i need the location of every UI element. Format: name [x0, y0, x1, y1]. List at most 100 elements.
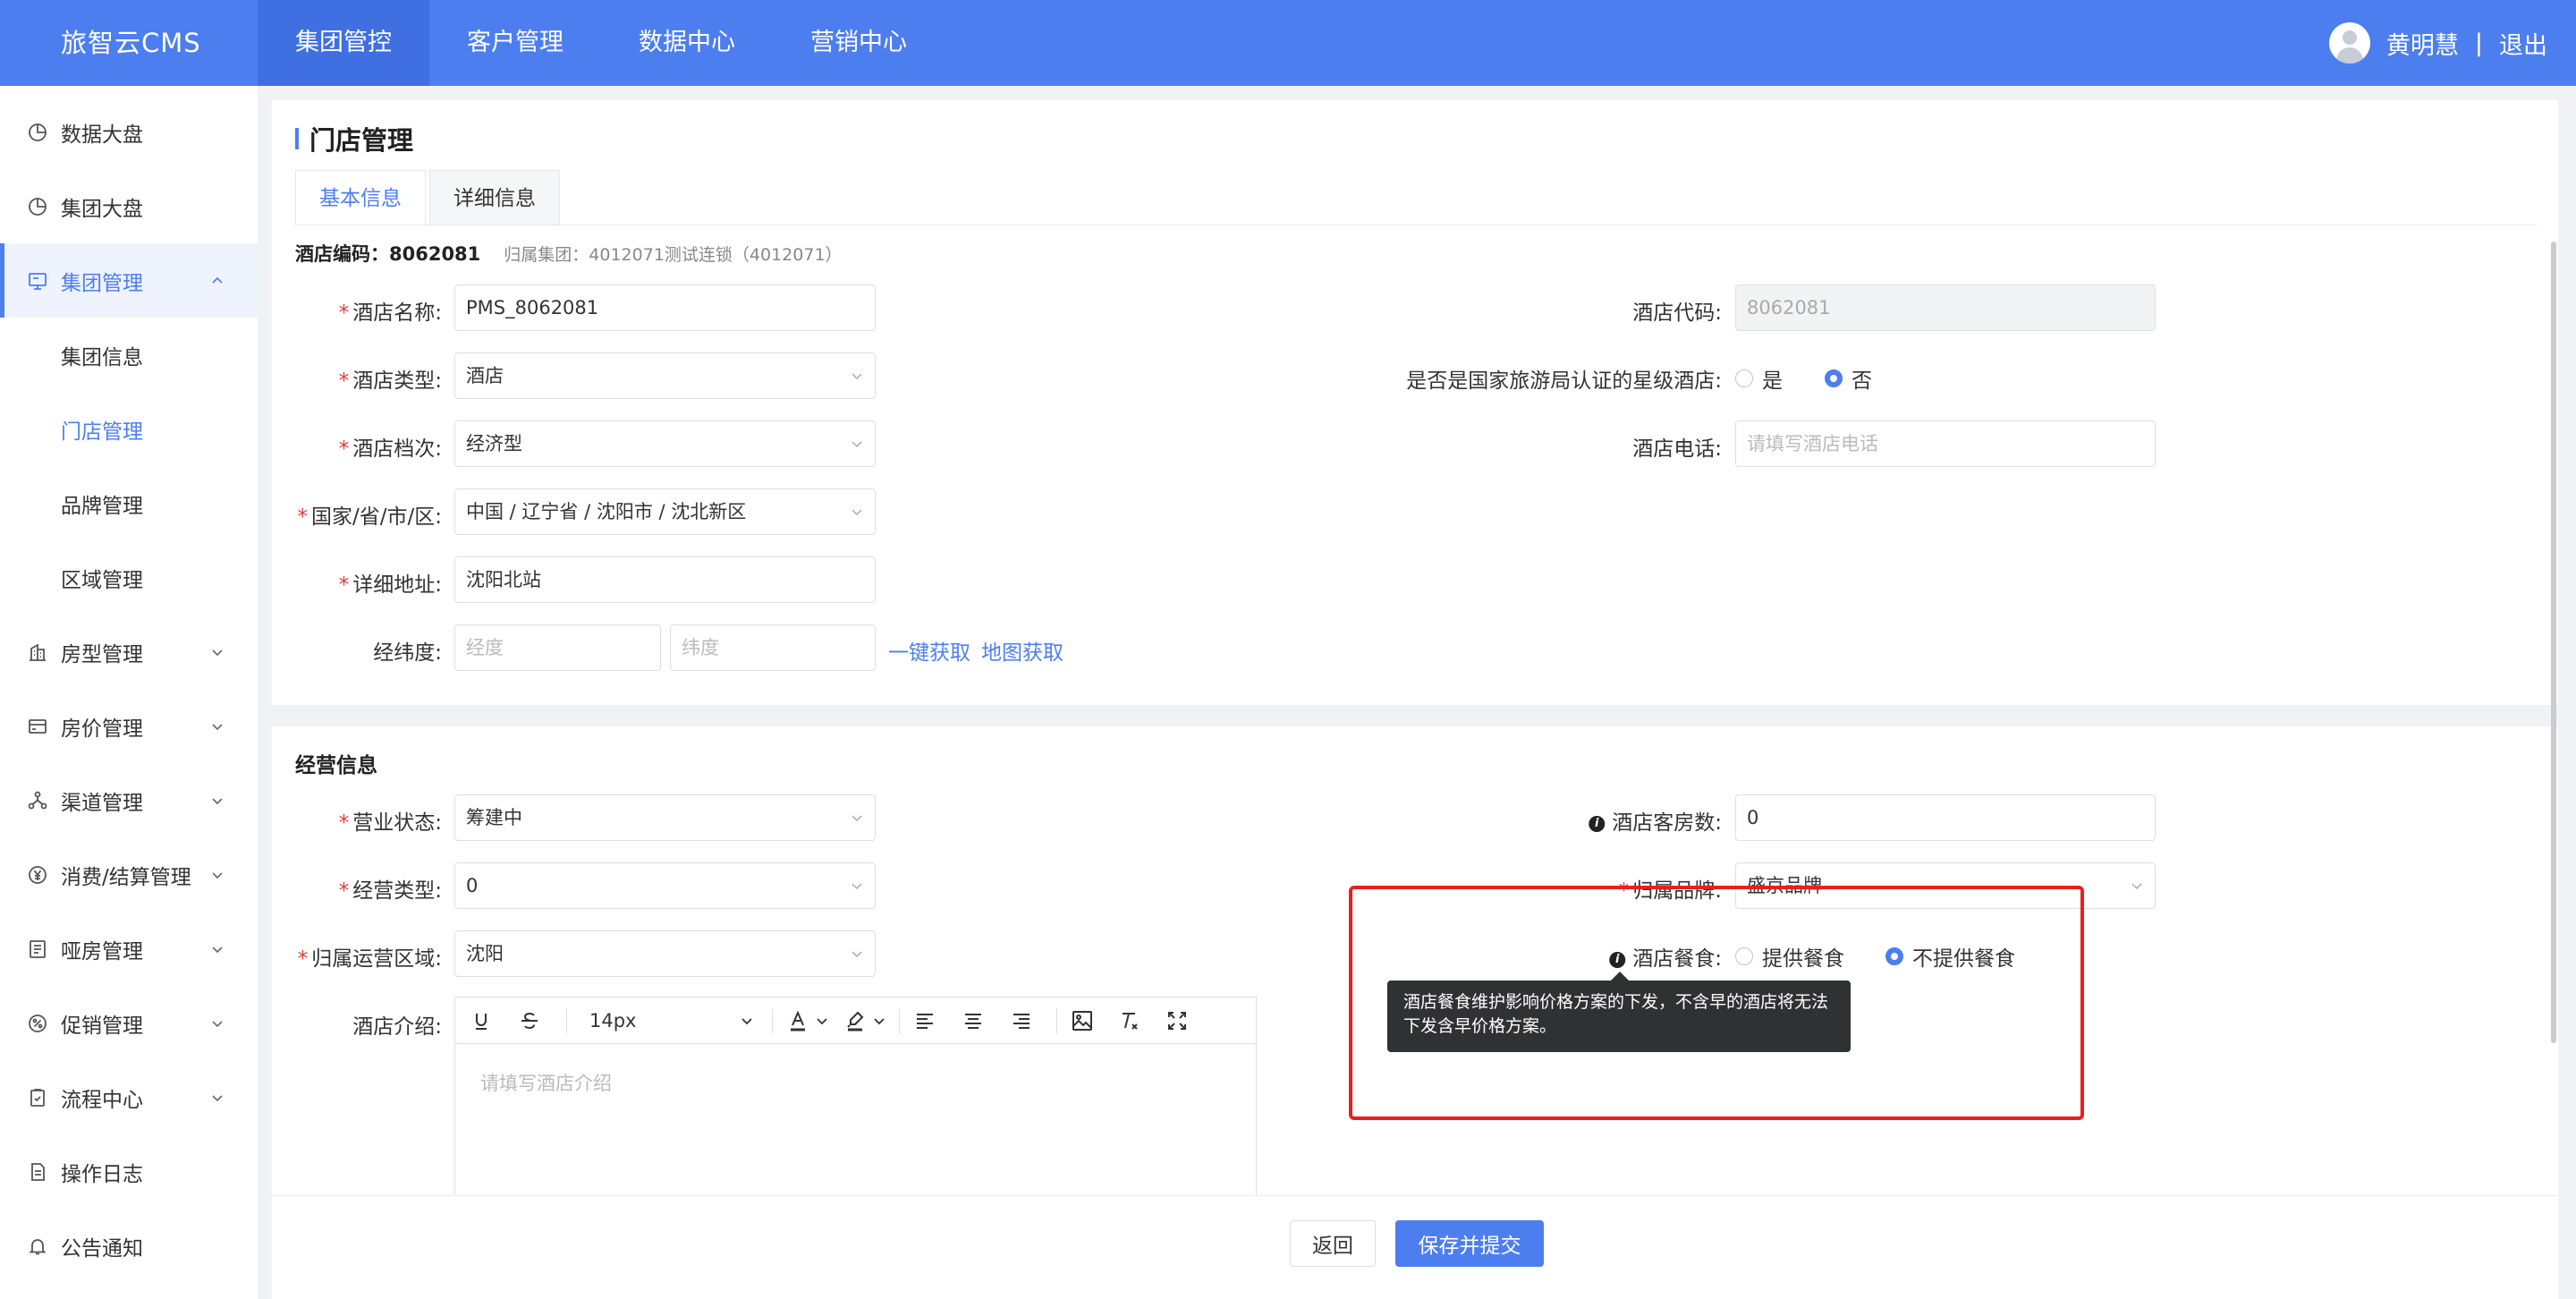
- editor-toolbar: 14px: [455, 998, 1256, 1044]
- dining-not-provide-radio[interactable]: 不提供餐食: [1885, 941, 2015, 972]
- intro-placeholder[interactable]: 请填写酒店介绍: [480, 1069, 612, 1096]
- align-right-icon[interactable]: [1008, 1007, 1035, 1034]
- radio-label: 否: [1852, 369, 1872, 393]
- chevron-down-icon: [212, 1020, 223, 1027]
- hotel-grade-value: 经济型: [466, 433, 522, 454]
- clear-format-icon[interactable]: [1115, 1007, 1142, 1034]
- sidebar-item-label: 哑房管理: [61, 939, 143, 964]
- sidebar-item-group-management[interactable]: 集团管理: [0, 243, 258, 318]
- image-icon[interactable]: [1069, 1007, 1096, 1034]
- topnav-customer[interactable]: 客户管理: [429, 0, 601, 86]
- room-count-input[interactable]: 0: [1735, 794, 2156, 841]
- chevron-down-icon: [852, 441, 862, 448]
- promo-icon: [27, 1013, 48, 1034]
- sidebar-item-label: 集团管理: [61, 271, 143, 295]
- auto-get-coords-link[interactable]: 一键获取: [888, 635, 970, 666]
- chevron-down-icon: [2131, 883, 2142, 890]
- region-value: 中国 / 辽宁省 / 沈阳市 / 沈北新区: [466, 501, 747, 522]
- star-certified-yes-radio[interactable]: 是: [1735, 363, 1783, 394]
- underline-icon[interactable]: [468, 1007, 495, 1034]
- topnav-group-control[interactable]: 集团管控: [258, 0, 429, 86]
- brand-logo[interactable]: 旅智云CMS: [61, 0, 201, 86]
- topnav-marketing[interactable]: 营销中心: [773, 0, 945, 86]
- font-size-select[interactable]: 14px: [582, 1007, 759, 1034]
- brand-select[interactable]: 盛京品牌: [1735, 862, 2156, 909]
- tab-bar: 基本信息 详细信息: [295, 170, 564, 225]
- hotel-name-input[interactable]: PMS_8062081: [454, 284, 876, 331]
- op-region-select[interactable]: 沈阳: [454, 930, 876, 977]
- longitude-input[interactable]: 经度: [454, 624, 661, 671]
- op-region-value: 沈阳: [466, 943, 504, 964]
- sidebar-item-operation-log[interactable]: 操作日志: [0, 1134, 258, 1209]
- phone-input[interactable]: 请填写酒店电话: [1735, 420, 2156, 467]
- pie-chart-icon: [27, 122, 48, 143]
- star-certified-no-radio[interactable]: 否: [1825, 363, 1872, 394]
- chevron-down-icon[interactable]: [870, 1007, 888, 1034]
- required-mark: *: [1618, 879, 1630, 903]
- hotel-code-field-label: 酒店代码:: [1632, 301, 1722, 325]
- room-count-label-text: 酒店客房数:: [1612, 811, 1722, 835]
- hotel-type-select[interactable]: 酒店: [454, 352, 876, 399]
- dining-tooltip: 酒店餐食维护影响价格方案的下发，不含早的酒店将无法 下发含早价格方案。: [1387, 972, 1851, 1052]
- back-button[interactable]: 返回: [1290, 1220, 1376, 1267]
- tab-basic-info[interactable]: 基本信息: [295, 170, 426, 225]
- vertical-scrollbar[interactable]: [2551, 242, 2556, 1043]
- chevron-down-icon[interactable]: [813, 1007, 831, 1034]
- op-type-select[interactable]: 0: [454, 862, 876, 909]
- region-label: * 国家/省/市/区:: [298, 499, 443, 530]
- brand-label: * 归属品牌:: [1619, 873, 1722, 904]
- dining-label-text: 酒店餐食:: [1632, 947, 1722, 971]
- sidebar-item-channel[interactable]: 渠道管理: [0, 763, 258, 837]
- sidebar-item-label: 房价管理: [61, 717, 143, 741]
- info-icon[interactable]: i: [1589, 815, 1606, 832]
- sidebar-item-announcement[interactable]: 公告通知: [0, 1209, 258, 1283]
- chevron-down-icon: [212, 1094, 223, 1101]
- sidebar-item-store-management[interactable]: 门店管理: [0, 392, 258, 466]
- topnav-data-center[interactable]: 数据中心: [601, 0, 773, 86]
- align-center-icon[interactable]: [960, 1007, 987, 1034]
- info-icon[interactable]: i: [1609, 951, 1626, 968]
- room-count-label: i 酒店客房数:: [1589, 805, 1722, 836]
- align-left-icon[interactable]: [911, 1007, 938, 1034]
- sidebar-item-room-type[interactable]: 房型管理: [0, 615, 258, 689]
- sidebar-item-label: 集团信息: [61, 345, 143, 369]
- user-name[interactable]: 黄明慧: [2386, 26, 2459, 61]
- list-doc-icon: [27, 938, 48, 960]
- card-icon: [27, 716, 48, 737]
- tab-detail-info[interactable]: 详细信息: [429, 170, 560, 225]
- chevron-down-icon: [212, 723, 223, 730]
- sidebar-item-room-price[interactable]: 房价管理: [0, 689, 258, 763]
- sidebar-item-data-dashboard[interactable]: 数据大盘: [0, 95, 258, 169]
- save-submit-button[interactable]: 保存并提交: [1395, 1220, 1544, 1267]
- op-region-label-text: 归属运营区域:: [311, 947, 442, 971]
- map-get-coords-link[interactable]: 地图获取: [981, 635, 1063, 666]
- intro-label: 酒店介绍:: [352, 1015, 442, 1039]
- highlight-color-icon[interactable]: [842, 1007, 869, 1034]
- logout-link[interactable]: 退出: [2499, 26, 2547, 61]
- sidebar-item-label: 流程中心: [61, 1088, 143, 1112]
- sidebar-item-group-info[interactable]: 集团信息: [0, 318, 258, 392]
- business-status-select[interactable]: 筹建中: [454, 794, 876, 841]
- sidebar-item-group-dashboard[interactable]: 集团大盘: [0, 169, 258, 243]
- brand-label-text: 归属品牌:: [1632, 879, 1722, 903]
- sidebar-item-region-management[interactable]: 区域管理: [0, 540, 258, 615]
- font-color-icon[interactable]: [784, 1007, 811, 1034]
- toolbar-divider: [899, 1008, 900, 1033]
- fullscreen-icon[interactable]: [1164, 1007, 1191, 1034]
- sidebar-item-process-center[interactable]: 流程中心: [0, 1060, 258, 1134]
- hotel-grade-select[interactable]: 经济型: [454, 420, 876, 467]
- sidebar-item-dummy-room[interactable]: 哑房管理: [0, 912, 258, 986]
- chevron-down-icon: [852, 883, 862, 890]
- region-cascader[interactable]: 中国 / 辽宁省 / 沈阳市 / 沈北新区: [454, 488, 876, 535]
- radio-dot: [1735, 947, 1753, 965]
- op-region-label: * 归属运营区域:: [298, 941, 442, 972]
- latitude-input[interactable]: 纬度: [670, 624, 876, 671]
- dining-provide-radio[interactable]: 提供餐食: [1735, 941, 1844, 972]
- sidebar-item-consumption[interactable]: 消费/结算管理: [0, 837, 258, 912]
- avatar[interactable]: [2328, 22, 2370, 64]
- address-input[interactable]: 沈阳北站: [454, 556, 876, 603]
- strikethrough-icon[interactable]: [516, 1007, 543, 1034]
- sidebar-item-promotion[interactable]: 促销管理: [0, 986, 258, 1060]
- sidebar-item-brand-management[interactable]: 品牌管理: [0, 466, 258, 540]
- required-mark: *: [338, 369, 350, 393]
